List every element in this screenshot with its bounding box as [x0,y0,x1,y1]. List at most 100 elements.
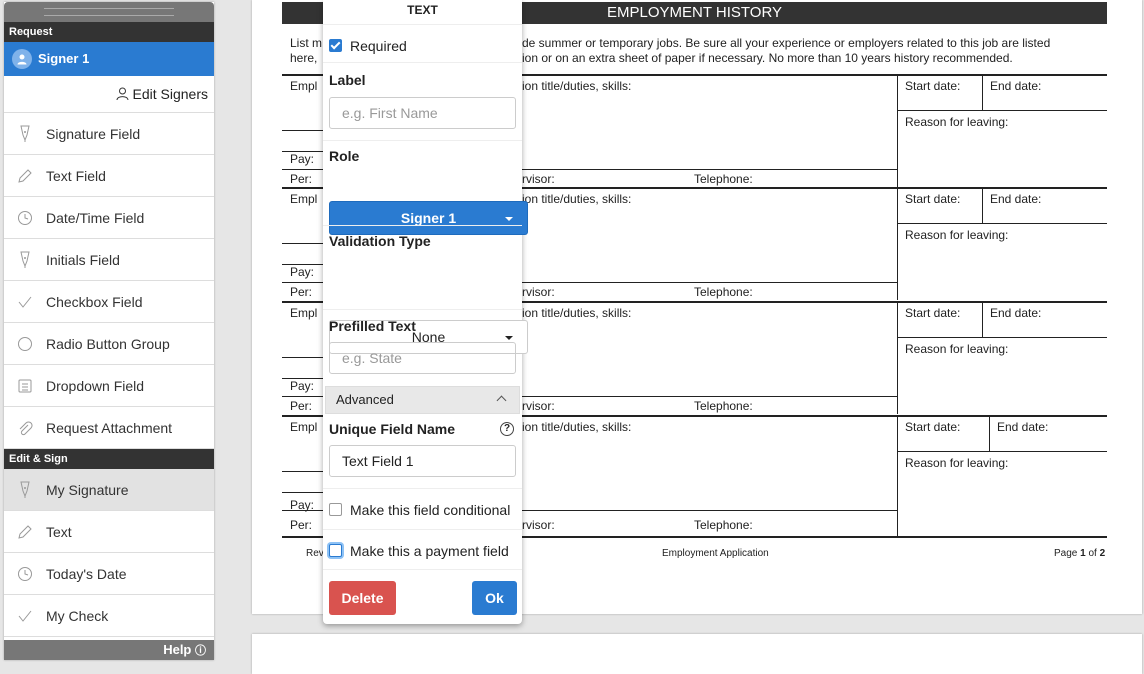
sidebar-item-label: Text Field [46,167,106,184]
signer-selector[interactable]: Signer 1 [4,42,214,76]
supervisor-label: rvisor: [522,172,555,186]
sidebar-item-date-time-field[interactable]: Date/Time Field [4,197,214,239]
sidebar-item-text-field[interactable]: Text Field [4,155,214,197]
form-rule [982,187,983,223]
sidebar-drag-handle[interactable] [4,2,214,22]
end-date-label: End date: [997,420,1049,434]
help-circle-icon[interactable]: ? [500,422,514,436]
intro-text-a2: here, [290,51,318,65]
sidebar-item-my-check[interactable]: My Check [4,595,214,637]
sidebar-item-initials-field[interactable]: Initials Field [4,239,214,281]
page-total: 2 [1099,548,1106,559]
required-option[interactable]: Required [329,38,516,54]
employer-label: Empl [290,192,318,206]
pay-label: Pay: [290,379,315,393]
conditional-label: Make this field conditional [350,502,511,518]
unique-field-heading: Unique Field Name? [329,421,516,437]
sidebar-item-signature-field[interactable]: Signature Field [4,113,214,155]
form-rule [897,223,1107,224]
reason-label: Reason for leaving: [905,228,1009,242]
sidebar-item-label: Dropdown Field [46,377,145,394]
edit-sign-section-header: Edit & Sign [4,449,214,469]
question-circle-icon: ⓘ [195,645,206,657]
form-rule [897,187,898,300]
user-avatar-icon [12,49,32,69]
sidebar-item-label: My Check [46,607,109,624]
sidebar-item-label: Date/Time Field [46,209,145,226]
panel-title: TEXT [323,0,522,25]
form-rule [897,451,1107,452]
person-icon [116,87,129,101]
list-icon [4,378,46,394]
sidebar-item-request-attachment[interactable]: Request Attachment [4,407,214,449]
conditional-checkbox[interactable] [329,503,342,516]
prefilled-input[interactable]: e.g. State [329,342,516,374]
validation-heading: Validation Type [329,233,431,249]
per-label: Per: [290,172,313,186]
position-label: ion title/duties, skills: [522,79,632,93]
position-label: ion title/duties, skills: [522,420,632,434]
sidebar-item-label: Radio Button Group [46,335,170,352]
payment-option[interactable]: Make this a payment field [329,543,516,559]
label-input[interactable]: e.g. First Name [329,97,516,129]
pen-nib-icon [4,125,46,143]
document-page-2 [252,634,1142,674]
form-rule [897,415,898,537]
end-date-label: End date: [990,79,1042,93]
employer-label: Empl [290,420,318,434]
footer-rev: Rev [306,548,324,559]
sidebar-item-today-s-date[interactable]: Today's Date [4,553,214,595]
text-field-properties-panel: TEXT Required Label e.g. First Name Role… [323,0,528,624]
sidebar-item-radio-button-group[interactable]: Radio Button Group [4,323,214,365]
sidebar-item-label: My Signature [46,481,129,498]
sidebar-item-label: Checkbox Field [46,293,143,310]
sidebar-item-text[interactable]: Text [4,511,214,553]
telephone-label: Telephone: [694,285,753,299]
grip-icon [44,8,174,16]
payment-checkbox[interactable] [329,544,342,557]
payment-label: Make this a payment field [350,543,509,559]
reason-label: Reason for leaving: [905,456,1009,470]
required-checkbox[interactable] [329,39,342,52]
sidebar-item-label: Initials Field [46,251,120,268]
unique-field-label: Unique Field Name [329,421,456,437]
sidebar-item-checkbox-field[interactable]: Checkbox Field [4,281,214,323]
page-number: 1 [1080,548,1086,559]
help-button[interactable]: Help ⓘ [4,640,214,660]
sidebar-item-dropdown-field[interactable]: Dropdown Field [4,365,214,407]
ok-button[interactable]: Ok [472,581,517,615]
supervisor-label: rvisor: [522,518,555,532]
edit-signers-button[interactable]: Edit Signers [4,76,214,113]
position-label: ion title/duties, skills: [522,306,632,320]
intro-text-a1: List m [290,36,323,50]
end-date-label: End date: [990,306,1042,320]
conditional-option[interactable]: Make this field conditional [329,502,516,518]
pencil-icon [4,168,46,184]
sidebar-item-my-signature[interactable]: My Signature [4,469,214,511]
delete-button[interactable]: Delete [329,581,396,615]
form-rule [982,74,983,110]
supervisor-label: rvisor: [522,285,555,299]
checkmark-icon [4,294,46,310]
pay-label: Pay: [290,152,315,166]
chevron-up-icon [496,395,507,406]
per-label: Per: [290,518,313,532]
unique-field-input[interactable]: Text Field 1 [329,445,516,477]
prefilled-heading: Prefilled Text [329,318,416,334]
page-prefix: Page [1054,548,1078,559]
telephone-label: Telephone: [694,518,753,532]
clock-icon [4,210,46,226]
advanced-toggle[interactable]: Advanced [325,386,520,414]
help-label: Help [163,642,192,657]
pay-label: Pay: [290,498,315,512]
employer-label: Empl [290,79,318,93]
advanced-label: Advanced [336,392,394,407]
label-heading: Label [329,72,366,88]
start-date-label: Start date: [905,79,961,93]
footer-title: Employment Application [662,548,769,559]
signer-label: Signer 1 [38,51,90,66]
intro-text-b1: de summer or temporary jobs. Be sure all… [522,36,1051,50]
pen-nib-icon [4,251,46,269]
edit-signers-label: Edit Signers [132,86,208,102]
role-select[interactable]: Signer 1 [329,201,528,235]
